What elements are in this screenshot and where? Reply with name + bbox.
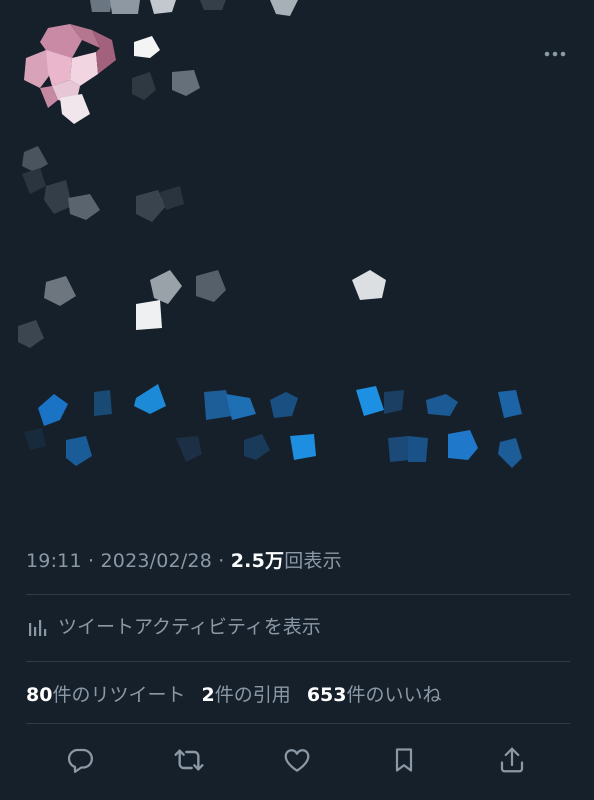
- heart-icon: [284, 749, 310, 772]
- divider: [26, 723, 570, 724]
- bookmark-button[interactable]: [382, 738, 426, 782]
- likes-label: 件のいいね: [346, 684, 442, 706]
- meta-separator: ·: [88, 550, 101, 572]
- quotes-stat[interactable]: 2件の引用: [202, 684, 291, 706]
- tweet-date[interactable]: 2023/02/28: [101, 550, 213, 572]
- bar-chart-icon: [29, 619, 47, 636]
- quotes-label: 件の引用: [214, 684, 291, 706]
- reply-button[interactable]: [58, 738, 102, 782]
- bookmark-icon: [395, 748, 413, 772]
- retweets-count: 80: [26, 684, 53, 706]
- tweet-stats: 80件のリツイート 2件の引用 653件のいいね: [26, 680, 452, 707]
- divider: [26, 661, 570, 662]
- retweets-label: 件のリツイート: [52, 684, 186, 706]
- share-icon: [500, 747, 524, 773]
- tweet-meta: 19:11 · 2023/02/28 · 2.5万回表示: [26, 546, 342, 573]
- reply-icon: [67, 748, 93, 773]
- retweet-button[interactable]: [167, 738, 211, 782]
- avatar: [24, 24, 116, 124]
- retweets-stat[interactable]: 80件のリツイート: [26, 684, 185, 706]
- views-count: 2.5万: [230, 550, 285, 572]
- tweet-activity-label: ツイートアクティビティを表示: [58, 616, 321, 638]
- obscured-tweet-content: [18, 0, 522, 468]
- like-button[interactable]: [275, 738, 319, 782]
- more-icon: [544, 51, 566, 57]
- quotes-count: 2: [201, 684, 215, 706]
- tweet-time[interactable]: 19:11: [26, 550, 82, 572]
- tweet-action-bar: [26, 738, 570, 782]
- divider: [26, 594, 570, 595]
- retweet-icon: [174, 749, 204, 771]
- tweet-activity-link[interactable]: ツイートアクティビティを表示: [26, 612, 321, 639]
- likes-stat[interactable]: 653件のいいね: [307, 684, 442, 706]
- views-label: 回表示: [284, 550, 342, 572]
- likes-count: 653: [306, 684, 347, 706]
- more-button[interactable]: [538, 40, 572, 68]
- meta-separator: ·: [218, 550, 231, 572]
- share-button[interactable]: [490, 738, 534, 782]
